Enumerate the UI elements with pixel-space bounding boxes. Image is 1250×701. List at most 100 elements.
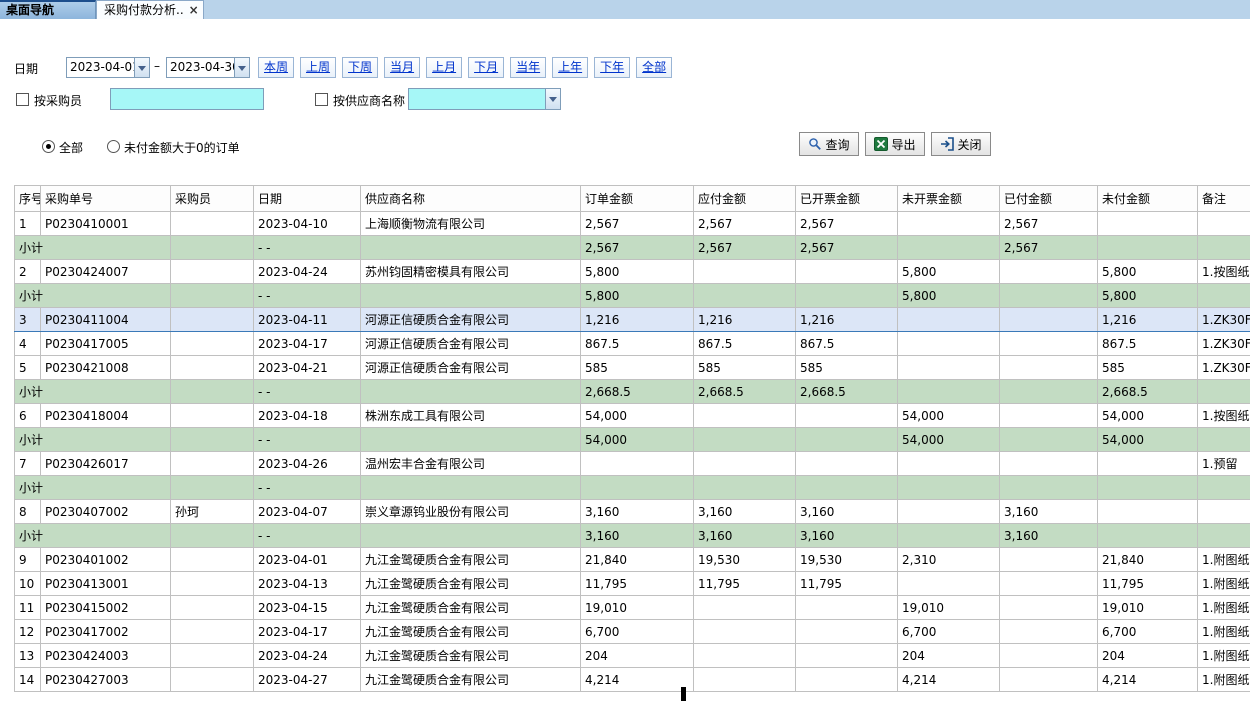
- date-from-combo[interactable]: 2023-04-01: [66, 57, 150, 78]
- cell: 2023-04-21: [254, 356, 361, 380]
- column-header[interactable]: 供应商名称: [361, 186, 581, 212]
- h-scrollbar-thumb[interactable]: [681, 687, 686, 701]
- cell: 867.5: [796, 332, 898, 356]
- table-row[interactable]: 8P0230407002孙珂2023-04-07崇义章源钨业股份有限公司3,16…: [15, 500, 1250, 524]
- table-row[interactable]: 3P02304110042023-04-11河源正信硬质合金有限公司1,2161…: [15, 308, 1250, 332]
- by-supplier-checkbox[interactable]: [315, 93, 328, 106]
- quick-range-button[interactable]: 下月: [468, 57, 504, 78]
- date-from-dropdown-icon[interactable]: [134, 58, 149, 77]
- column-header[interactable]: 序号: [15, 186, 41, 212]
- quick-range-button[interactable]: 全部: [636, 57, 672, 78]
- radio-all[interactable]: [42, 140, 55, 153]
- quick-range-button[interactable]: 上年: [552, 57, 588, 78]
- cell: 2023-04-26: [254, 452, 361, 476]
- cell: 14: [15, 668, 41, 692]
- cell: 2023-04-11: [254, 308, 361, 332]
- table-row[interactable]: 14P02304270032023-04-27九江金鹭硬质合金有限公司4,214…: [15, 668, 1250, 692]
- cell: [171, 668, 254, 692]
- column-header[interactable]: 采购单号: [41, 186, 171, 212]
- table-row[interactable]: 1P02304100012023-04-10上海顺衡物流有限公司2,5672,5…: [15, 212, 1250, 236]
- table-row[interactable]: 7P02304260172023-04-26温州宏丰合金有限公司1.预留: [15, 452, 1250, 476]
- quick-range-button[interactable]: 当年: [510, 57, 546, 78]
- tab-desktop-navigation[interactable]: 桌面导航: [0, 0, 96, 19]
- column-header[interactable]: 已付金额: [1000, 186, 1098, 212]
- cell: [361, 236, 581, 260]
- date-to-combo[interactable]: 2023-04-30: [166, 57, 250, 78]
- cell: [171, 236, 254, 260]
- cell: 54,000: [581, 404, 694, 428]
- cell: 6,700: [1098, 620, 1198, 644]
- subtotal-row[interactable]: 小计- -: [15, 476, 1250, 500]
- export-button-label: 导出: [891, 136, 915, 153]
- supplier-combo[interactable]: [408, 88, 561, 110]
- query-button[interactable]: 查询: [799, 132, 859, 156]
- date-to-dropdown-icon[interactable]: [234, 58, 249, 77]
- cell: P0230427003: [41, 668, 171, 692]
- column-header[interactable]: 采购员: [171, 186, 254, 212]
- column-header[interactable]: 日期: [254, 186, 361, 212]
- table-row[interactable]: 4P02304170052023-04-17河源正信硬质合金有限公司867.58…: [15, 332, 1250, 356]
- cell: 4,214: [898, 668, 1000, 692]
- query-button-label: 查询: [825, 136, 849, 153]
- cell: 2,567: [694, 212, 796, 236]
- table-row[interactable]: 11P02304150022023-04-15九江金鹭硬质合金有限公司19,01…: [15, 596, 1250, 620]
- subtotal-row[interactable]: 小计- -2,668.52,668.52,668.52,668.5: [15, 380, 1250, 404]
- cell: [171, 260, 254, 284]
- table-row[interactable]: 5P02304210082023-04-21河源正信硬质合金有限公司585585…: [15, 356, 1250, 380]
- cell: [171, 404, 254, 428]
- cell: 1,216: [581, 308, 694, 332]
- cell: [581, 476, 694, 500]
- tab-close-icon[interactable]: ×: [189, 3, 199, 17]
- table-row[interactable]: 9P02304010022023-04-01九江金鹭硬质合金有限公司21,840…: [15, 548, 1250, 572]
- cell: [1000, 332, 1098, 356]
- export-button[interactable]: 导出: [865, 132, 925, 156]
- cell: [694, 428, 796, 452]
- cell: [1098, 524, 1198, 548]
- cell: 585: [581, 356, 694, 380]
- cell: [898, 212, 1000, 236]
- cell: [796, 404, 898, 428]
- column-header[interactable]: 备注: [1198, 186, 1250, 212]
- cell: 19,010: [898, 596, 1000, 620]
- quick-range-button[interactable]: 下年: [594, 57, 630, 78]
- radio-unpaid-gt-zero[interactable]: [107, 140, 120, 153]
- quick-range-button[interactable]: 上周: [300, 57, 336, 78]
- subtotal-row[interactable]: 小计- -3,1603,1603,1603,160: [15, 524, 1250, 548]
- cell: [1000, 596, 1098, 620]
- column-header[interactable]: 应付金额: [694, 186, 796, 212]
- subtotal-row[interactable]: 小计- -54,00054,00054,000: [15, 428, 1250, 452]
- cell: [898, 500, 1000, 524]
- subtotal-row[interactable]: 小计- -5,8005,8005,800: [15, 284, 1250, 308]
- quick-range-button[interactable]: 当月: [384, 57, 420, 78]
- table-row[interactable]: 10P02304130012023-04-13九江金鹭硬质合金有限公司11,79…: [15, 572, 1250, 596]
- cell: 2,310: [898, 548, 1000, 572]
- tab-purchase-payment-analysis[interactable]: 采购付款分析..×: [96, 0, 204, 19]
- cell: 19,530: [796, 548, 898, 572]
- cell: 2,668.5: [694, 380, 796, 404]
- close-button[interactable]: 关闭: [931, 132, 991, 156]
- table-row[interactable]: 6P02304180042023-04-18株洲东成工具有限公司54,00054…: [15, 404, 1250, 428]
- cell: P0230418004: [41, 404, 171, 428]
- quick-range-button[interactable]: 本周: [258, 57, 294, 78]
- column-header[interactable]: 未开票金额: [898, 186, 1000, 212]
- quick-range-button[interactable]: 下周: [342, 57, 378, 78]
- column-header[interactable]: 已开票金额: [796, 186, 898, 212]
- table-row[interactable]: 12P02304170022023-04-17九江金鹭硬质合金有限公司6,700…: [15, 620, 1250, 644]
- buyer-input[interactable]: [111, 89, 263, 109]
- cell: 3,160: [581, 524, 694, 548]
- supplier-dropdown-icon[interactable]: [545, 89, 560, 109]
- cell: 3,160: [796, 500, 898, 524]
- by-buyer-checkbox[interactable]: [16, 93, 29, 106]
- cell: [1098, 236, 1198, 260]
- subtotal-row[interactable]: 小计- -2,5672,5672,5672,567: [15, 236, 1250, 260]
- cell: 11,795: [1098, 572, 1198, 596]
- table-row[interactable]: 2P02304240072023-04-24苏州钧固精密模具有限公司5,8005…: [15, 260, 1250, 284]
- column-header[interactable]: 订单金额: [581, 186, 694, 212]
- quick-range-button[interactable]: 上月: [426, 57, 462, 78]
- cell: 3,160: [1000, 500, 1098, 524]
- cell: 11,795: [796, 572, 898, 596]
- column-header[interactable]: 未付金额: [1098, 186, 1198, 212]
- excel-export-icon: [874, 137, 888, 151]
- table-row[interactable]: 13P02304240032023-04-24九江金鹭硬质合金有限公司20420…: [15, 644, 1250, 668]
- cell: 1.附图纸: [1198, 548, 1250, 572]
